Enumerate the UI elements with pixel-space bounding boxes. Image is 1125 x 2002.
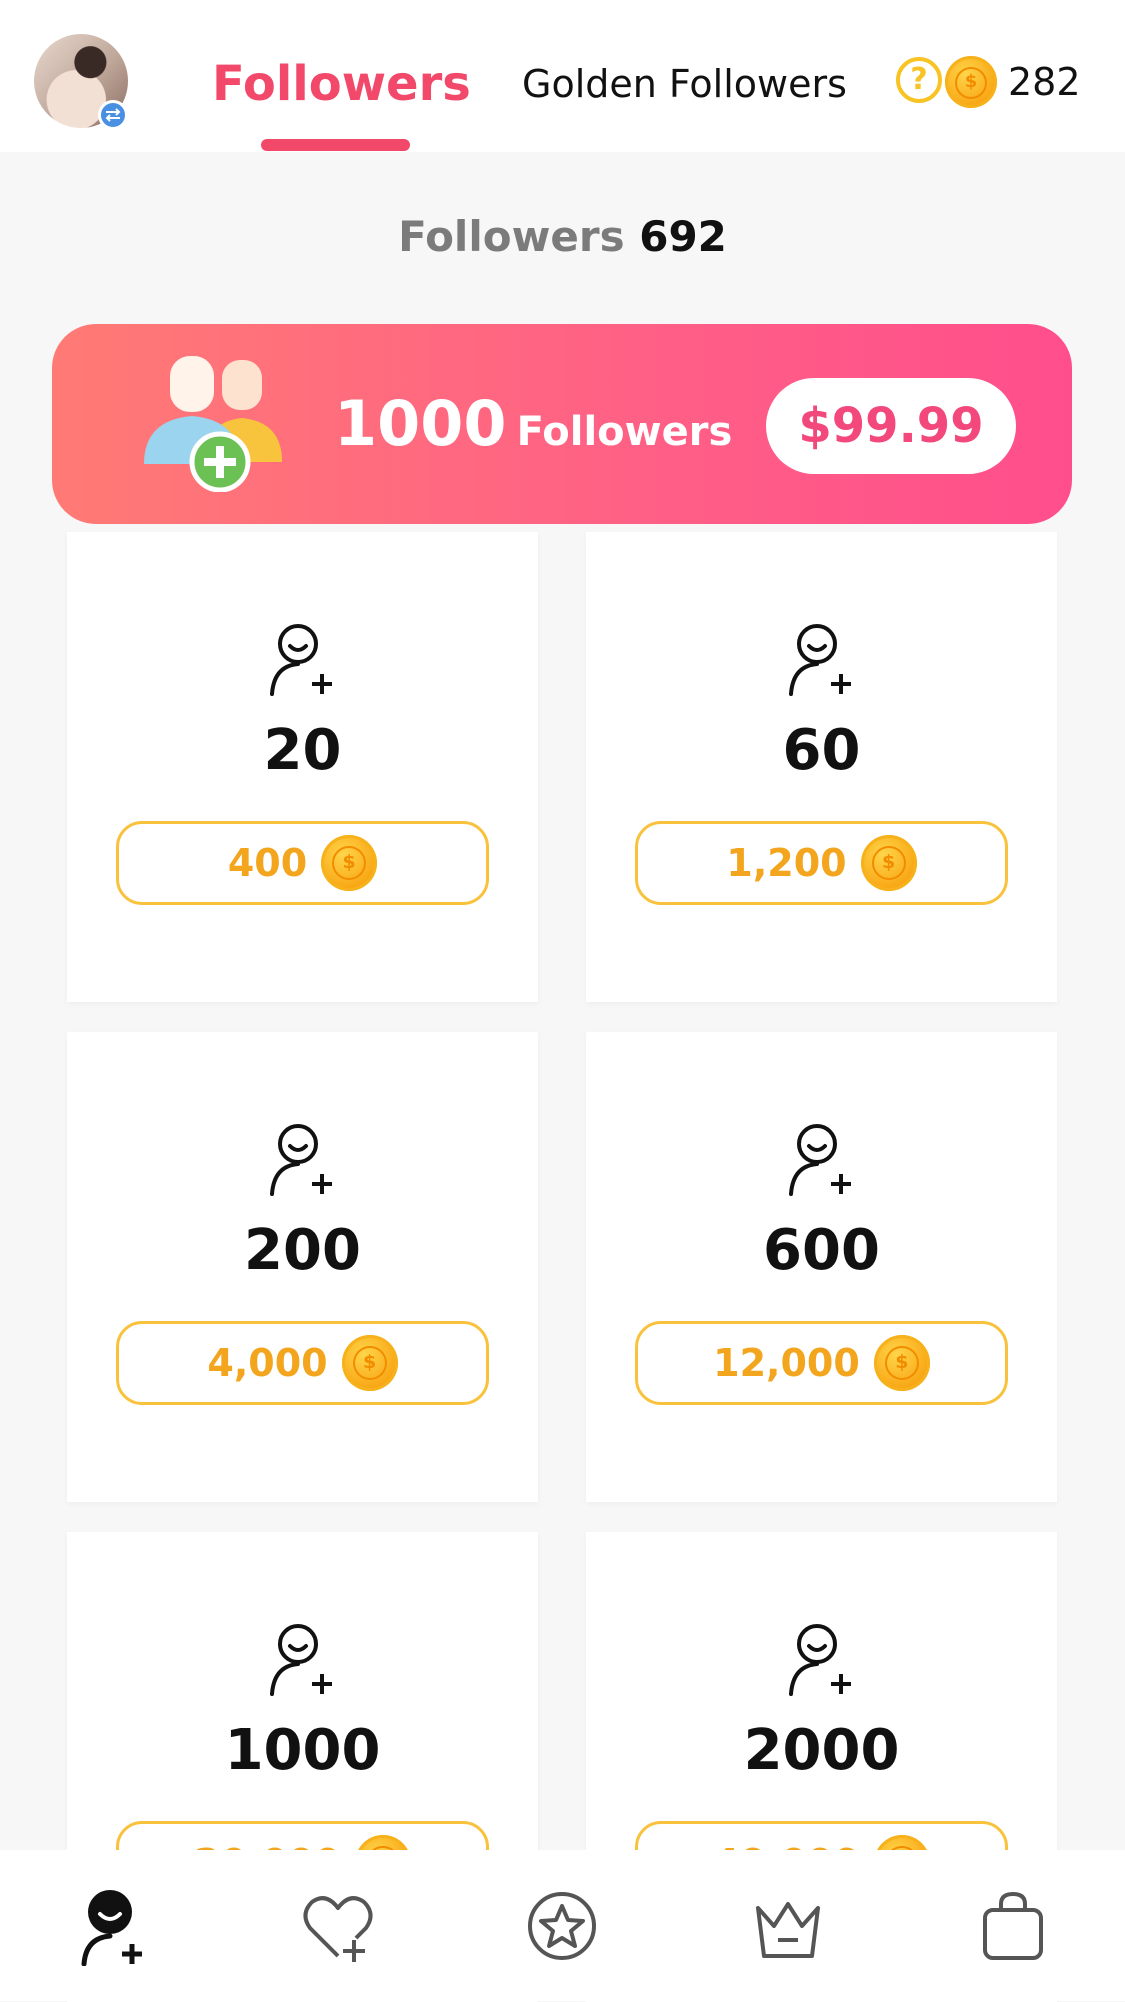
add-person-icon bbox=[270, 1624, 332, 1696]
coin-icon: $ bbox=[873, 1335, 930, 1391]
package-card[interactable]: 20 400 $ bbox=[67, 532, 538, 1002]
nav-likes[interactable] bbox=[298, 1886, 378, 1966]
package-price-button[interactable]: 12,000 $ bbox=[635, 1321, 1008, 1405]
bottom-navigation bbox=[0, 1850, 1125, 2001]
package-price: 400 bbox=[227, 841, 308, 885]
promo-amount: 1000 Followers bbox=[334, 384, 732, 472]
coin-symbol: $ bbox=[884, 1346, 919, 1380]
package-price-button[interactable]: 400 $ bbox=[116, 821, 489, 905]
add-person-icon bbox=[789, 1624, 851, 1696]
package-price-button[interactable]: 4,000 $ bbox=[116, 1321, 489, 1405]
coin-icon: $ bbox=[945, 56, 997, 108]
top-header: Followers Golden Followers ? $ 282 bbox=[0, 0, 1125, 152]
followers-count-value: 692 bbox=[639, 212, 727, 261]
add-person-icon bbox=[789, 1124, 851, 1196]
star-circle-icon bbox=[528, 1892, 596, 1960]
active-tab-indicator bbox=[261, 139, 410, 151]
promo-price-button[interactable]: $99.99 bbox=[766, 378, 1016, 474]
package-card[interactable]: 200 4,000 $ bbox=[67, 1032, 538, 1502]
coin-symbol: $ bbox=[955, 67, 987, 99]
switch-arrows-icon bbox=[105, 108, 121, 122]
add-followers-icon bbox=[144, 356, 282, 492]
heart-plus-icon bbox=[303, 1896, 373, 1962]
followers-count: Followers 692 bbox=[0, 212, 1125, 261]
promo-amount-unit: Followers bbox=[516, 409, 733, 455]
nav-followers[interactable] bbox=[72, 1886, 152, 1967]
tab-golden-followers[interactable]: Golden Followers bbox=[522, 54, 847, 114]
package-amount: 20 bbox=[263, 718, 342, 783]
add-follower-icon bbox=[81, 1890, 142, 1967]
package-price-button[interactable]: 1,200 $ bbox=[635, 821, 1008, 905]
promo-amount-value: 1000 bbox=[334, 387, 507, 460]
nav-vip[interactable] bbox=[748, 1886, 828, 1966]
package-card[interactable]: 600 12,000 $ bbox=[586, 1032, 1057, 1502]
tab-followers[interactable]: Followers bbox=[212, 54, 471, 114]
package-card[interactable]: 60 1,200 $ bbox=[586, 532, 1057, 1002]
crown-icon bbox=[756, 1902, 820, 1958]
coin-balance: 282 bbox=[1008, 60, 1081, 104]
package-amount: 60 bbox=[782, 718, 861, 783]
add-person-icon bbox=[270, 624, 332, 696]
coin-icon: $ bbox=[321, 835, 378, 891]
package-price: 12,000 bbox=[713, 1341, 860, 1385]
package-amount: 600 bbox=[763, 1218, 880, 1283]
coin-symbol: $ bbox=[332, 846, 367, 880]
add-person-icon bbox=[270, 1124, 332, 1196]
coin-symbol: $ bbox=[871, 846, 906, 880]
package-amount: 200 bbox=[244, 1218, 361, 1283]
promo-banner[interactable]: 1000 Followers $99.99 bbox=[52, 324, 1072, 524]
followers-count-label: Followers bbox=[398, 212, 625, 261]
package-price: 1,200 bbox=[726, 841, 847, 885]
coin-symbol: $ bbox=[352, 1346, 387, 1380]
nav-favorites[interactable] bbox=[522, 1886, 602, 1966]
package-price: 4,000 bbox=[207, 1341, 328, 1385]
coin-icon: $ bbox=[860, 835, 917, 891]
nav-shop[interactable] bbox=[973, 1886, 1053, 1966]
shopping-bag-icon bbox=[983, 1891, 1043, 1960]
package-amount: 1000 bbox=[224, 1718, 381, 1783]
switch-account-icon[interactable] bbox=[98, 100, 128, 130]
help-icon[interactable]: ? bbox=[896, 57, 942, 103]
package-amount: 2000 bbox=[743, 1718, 900, 1783]
coin-icon: $ bbox=[341, 1335, 398, 1391]
add-person-icon bbox=[789, 624, 851, 696]
